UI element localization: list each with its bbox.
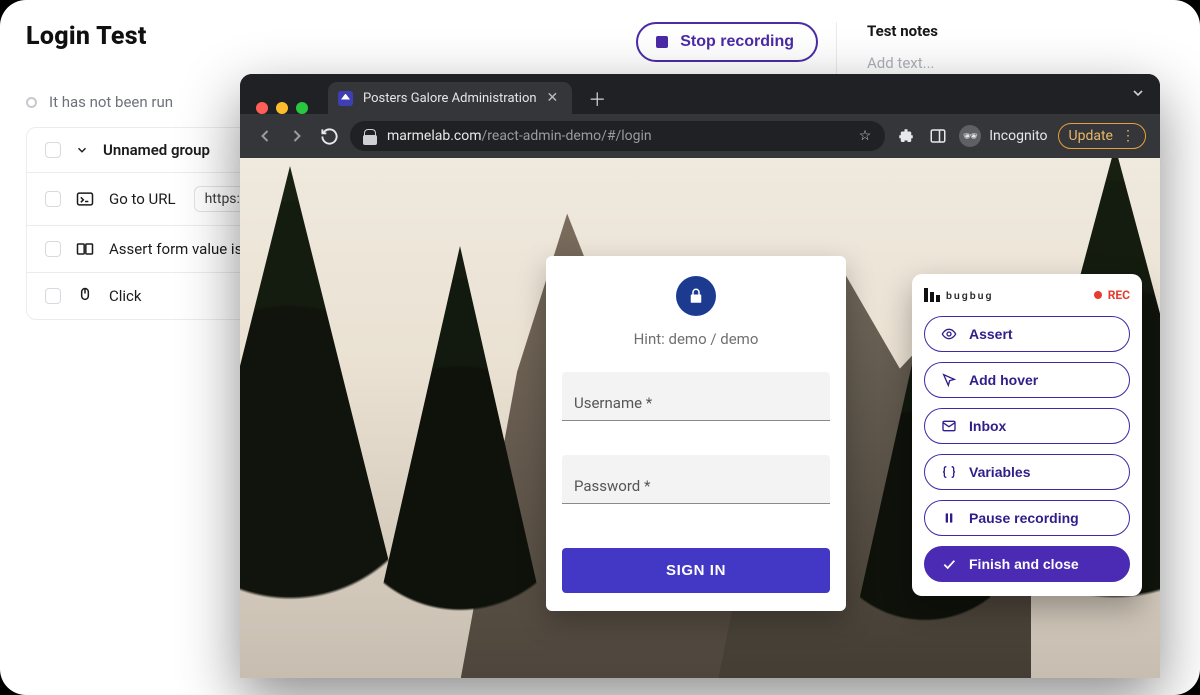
reload-icon[interactable]: [318, 125, 340, 147]
window-traffic-lights[interactable]: [252, 91, 318, 114]
password-field[interactable]: Password *: [562, 455, 830, 504]
stop-icon: [656, 36, 668, 48]
sign-in-button[interactable]: SIGN IN: [562, 548, 830, 593]
tab-favicon-icon: [338, 91, 353, 106]
run-status-text: It has not been run: [49, 93, 173, 111]
tab-close-icon[interactable]: ✕: [547, 90, 559, 106]
group-name: Unnamed group: [103, 141, 210, 159]
group-checkbox[interactable]: [45, 142, 61, 158]
check-icon: [941, 556, 957, 572]
step-checkbox[interactable]: [45, 288, 61, 304]
login-card: Hint: demo / demo Username * Password * …: [546, 256, 846, 611]
status-dot-icon: [26, 97, 37, 108]
tab-title: Posters Galore Administration: [363, 91, 537, 106]
lock-icon: [364, 127, 377, 145]
browser-toolbar: marmelab.com/react-admin-demo/#/login ☆ …: [240, 114, 1160, 158]
browser-tab[interactable]: Posters Galore Administration ✕: [328, 82, 572, 114]
step-label: Click: [109, 287, 142, 305]
assert-icon: [75, 239, 95, 259]
step-label: Go to URL: [109, 190, 176, 208]
tabs-chevron-down-icon[interactable]: [1130, 85, 1146, 101]
notes-input[interactable]: Add text...: [867, 54, 1174, 72]
recorder-panel: bugbug REC Assert Add hover: [912, 274, 1142, 596]
notes-heading: Test notes: [867, 22, 1174, 40]
pause-icon: [941, 510, 957, 526]
braces-icon: [941, 464, 957, 480]
window-minimize-icon[interactable]: [276, 102, 288, 114]
step-label: Assert form value is: [109, 240, 242, 258]
recorder-finish-button[interactable]: Finish and close: [924, 546, 1130, 582]
recording-dot-icon: [1094, 291, 1102, 299]
address-bar[interactable]: marmelab.com/react-admin-demo/#/login ☆: [350, 121, 885, 151]
nav-forward-icon[interactable]: [286, 125, 308, 147]
extensions-icon[interactable]: [895, 125, 917, 147]
cursor-icon: [941, 372, 957, 388]
eye-icon: [941, 326, 957, 342]
nav-back-icon[interactable]: [254, 125, 276, 147]
chevron-down-icon: [75, 143, 89, 157]
recorder-logo: bugbug: [924, 288, 993, 302]
username-field[interactable]: Username *: [562, 372, 830, 421]
recording-indicator: REC: [1094, 288, 1130, 302]
page-viewport: Hint: demo / demo Username * Password * …: [240, 158, 1160, 678]
recorder-variables-button[interactable]: Variables: [924, 454, 1130, 490]
step-checkbox[interactable]: [45, 241, 61, 257]
login-hint: Hint: demo / demo: [562, 330, 830, 348]
recorder-inbox-button[interactable]: Inbox: [924, 408, 1130, 444]
lock-badge-icon: [676, 276, 716, 316]
kebab-menu-icon[interactable]: ⋮: [1121, 128, 1135, 144]
browser-window: Posters Galore Administration ✕ ＋ marmel…: [240, 74, 1160, 678]
mail-icon: [941, 418, 957, 434]
goto-url-icon: [75, 189, 95, 209]
window-maximize-icon[interactable]: [296, 102, 308, 114]
window-close-icon[interactable]: [256, 102, 268, 114]
incognito-icon: 🕶: [959, 125, 981, 147]
stop-recording-label: Stop recording: [680, 33, 794, 51]
app-frame: Login Test Stop recording It has not bee…: [0, 0, 1200, 695]
recorder-pause-button[interactable]: Pause recording: [924, 500, 1130, 536]
devtools-panel-icon[interactable]: [927, 125, 949, 147]
click-icon: [75, 286, 95, 306]
recorder-add-hover-button[interactable]: Add hover: [924, 362, 1130, 398]
incognito-label: Incognito: [989, 128, 1047, 144]
update-label: Update: [1069, 128, 1113, 144]
bookmark-star-icon[interactable]: ☆: [859, 128, 872, 144]
stop-recording-button[interactable]: Stop recording: [636, 22, 818, 62]
new-tab-button[interactable]: ＋: [582, 84, 612, 114]
browser-tabstrip: Posters Galore Administration ✕ ＋: [240, 74, 1160, 114]
update-button[interactable]: Update ⋮: [1058, 123, 1146, 149]
page-url: marmelab.com/react-admin-demo/#/login: [387, 128, 652, 144]
step-checkbox[interactable]: [45, 191, 61, 207]
incognito-indicator[interactable]: 🕶 Incognito: [959, 125, 1047, 147]
recorder-assert-button[interactable]: Assert: [924, 316, 1130, 352]
